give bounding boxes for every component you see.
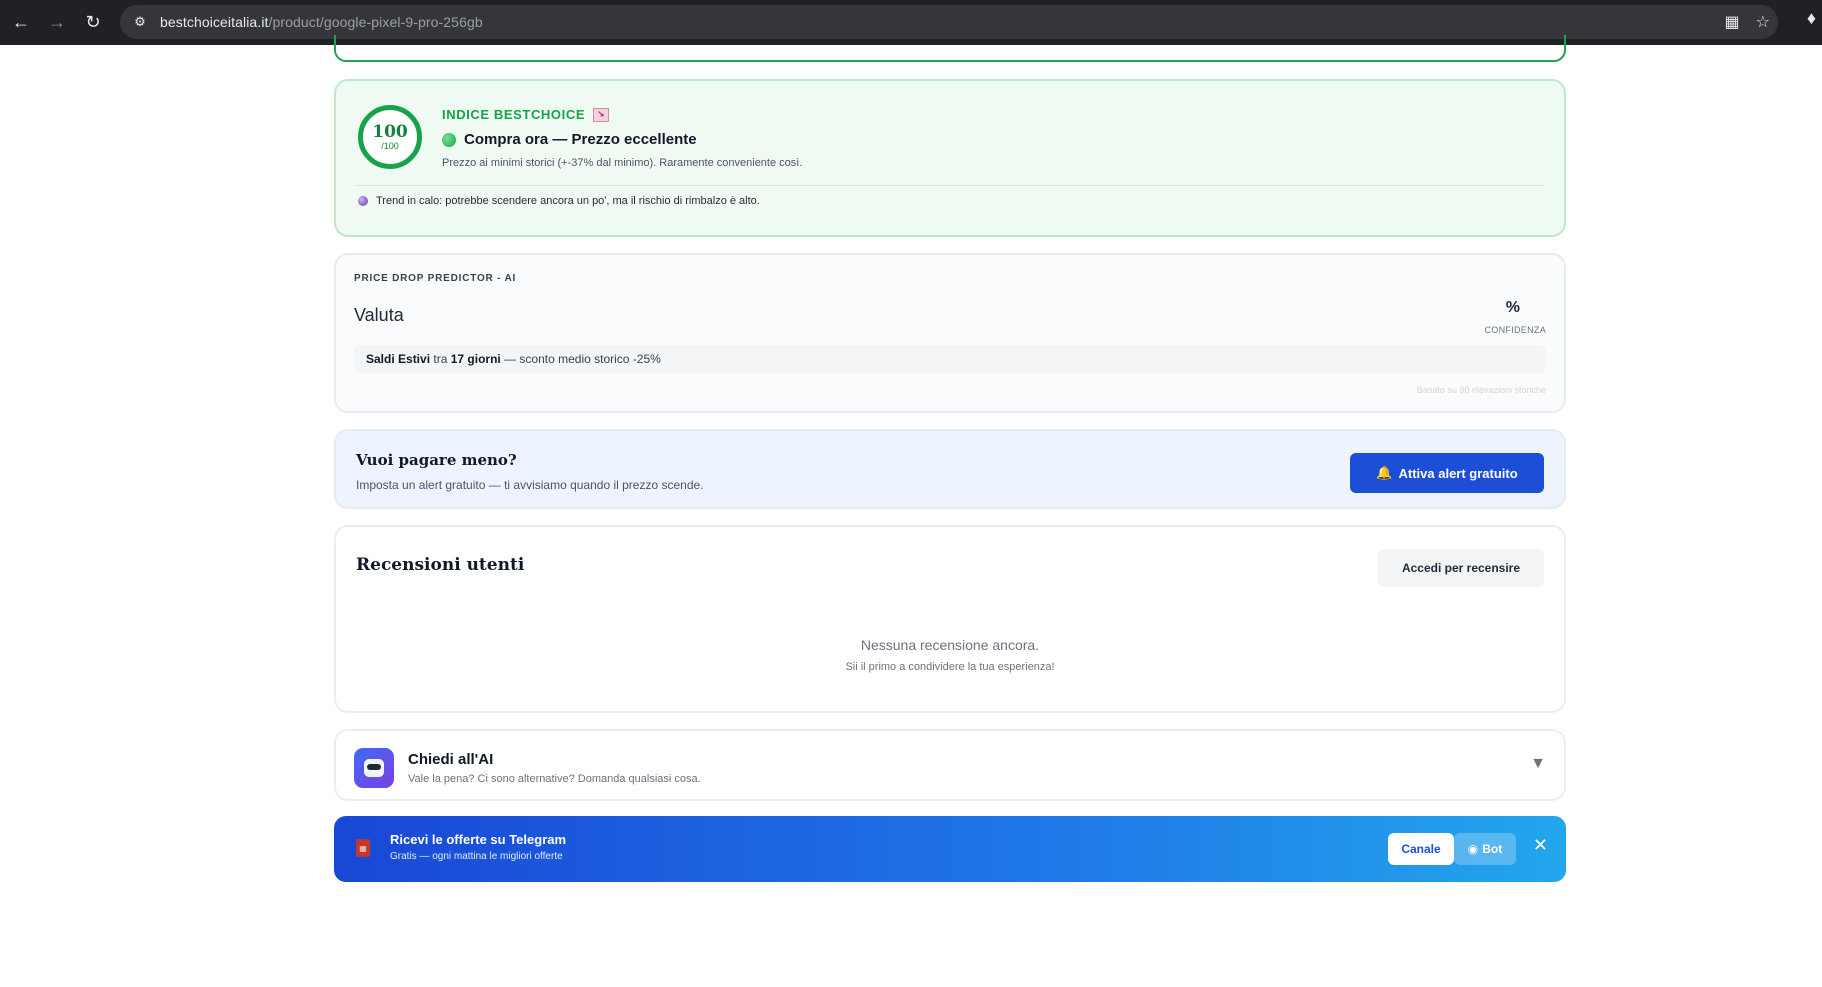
telegram-channel-button[interactable]: Canale <box>1388 833 1454 865</box>
telegram-subtitle: Gratis — ogni mattina le migliori offert… <box>390 851 563 862</box>
ask-ai-subtitle: Vale la pena? Ci sono alternative? Doman… <box>408 773 701 785</box>
ask-ai-title: Chiedi all'AI <box>408 751 494 768</box>
crystal-ball-icon <box>358 196 368 206</box>
url-text[interactable]: bestchoiceitalia.it/product/google-pixel… <box>160 14 483 30</box>
user-reviews-card: Recensioni utenti Accedi per recensire N… <box>334 525 1566 713</box>
event-between: tra <box>433 352 448 366</box>
page-content: 100 /100 INDICE BESTCHOICE ↘ Compra ora … <box>0 35 1822 987</box>
confidence-label: CONFIDENZA <box>1484 325 1546 335</box>
bell-icon: 🔔 <box>1376 465 1393 480</box>
score-value: 100 <box>372 122 408 142</box>
site-info-icon[interactable]: ⚙ <box>126 8 154 36</box>
url-path: /product/google-pixel-9-pro-256gb <box>268 14 483 30</box>
robot-icon: ◉ <box>1467 842 1479 856</box>
calendar-icon: ▦ <box>356 839 370 857</box>
telegram-bot-button[interactable]: ◉ Bot <box>1454 833 1516 865</box>
ask-ai-card[interactable]: Chiedi all'AI Vale la pena? Ci sono alte… <box>334 729 1566 801</box>
confidence-value: % <box>1505 299 1520 316</box>
telegram-bot-label: Bot <box>1482 842 1503 856</box>
divider <box>356 185 1544 186</box>
verdict-text: Compra ora — Prezzo eccellente <box>464 131 697 148</box>
reload-icon[interactable]: ↻ <box>76 6 110 40</box>
predictor-footnote: Basato su 90 rilevazioni storiche <box>1416 385 1546 395</box>
previous-card-edge <box>334 35 1566 62</box>
install-app-icon[interactable]: ▦ <box>1725 12 1740 32</box>
extensions-icon[interactable]: ♦ <box>1807 8 1816 29</box>
event-rest: — sconto medio storico -25% <box>504 352 661 366</box>
telegram-title: Ricevi le offerte su Telegram <box>390 832 567 847</box>
score-max: /100 <box>381 141 399 151</box>
index-kicker: INDICE BESTCHOICE ↘ <box>442 107 610 122</box>
green-circle-icon <box>442 132 456 147</box>
predictor-title: Valuta <box>354 305 404 325</box>
score-ring: 100 /100 <box>358 105 422 169</box>
index-description: Prezzo ai minimi storici (+-37% dal mini… <box>442 157 803 169</box>
address-bar[interactable]: ⚙ bestchoiceitalia.it/product/google-pix… <box>120 5 1778 39</box>
trend-note: Trend in calo: potrebbe scendere ancora … <box>358 195 760 207</box>
sale-event-line: Saldi Estivi tra 17 giorni — sconto medi… <box>354 345 1546 373</box>
predictor-kicker: PRICE DROP PREDICTOR - AI <box>354 273 517 284</box>
forward-icon[interactable]: → <box>40 6 74 40</box>
no-reviews-text: Nessuna recensione ancora. <box>860 637 1040 653</box>
reviews-title: Recensioni utenti <box>356 555 525 575</box>
chart-down-icon: ↘ <box>593 107 610 122</box>
bookmark-star-icon[interactable]: ☆ <box>1756 12 1770 32</box>
close-icon[interactable]: ✕ <box>1533 835 1548 856</box>
login-to-review-button[interactable]: Accedi per recensire <box>1378 549 1544 587</box>
price-alert-card: Vuoi pagare meno? Imposta un alert gratu… <box>334 429 1566 509</box>
event-name: Saldi Estivi <box>366 352 431 366</box>
chevron-down-icon[interactable]: ▼ <box>1530 755 1546 773</box>
alert-title: Vuoi pagare meno? <box>356 451 517 469</box>
price-drop-predictor-card: PRICE DROP PREDICTOR - AI Valuta % CONFI… <box>334 253 1566 413</box>
robot-avatar-icon <box>354 748 394 788</box>
activate-alert-button[interactable]: 🔔 Attiva alert gratuito <box>1350 453 1544 493</box>
no-reviews-subtext: Sii il primo a condividere la tua esperi… <box>845 661 1055 673</box>
verdict: Compra ora — Prezzo eccellente <box>442 131 697 148</box>
bestchoice-index-card: 100 /100 INDICE BESTCHOICE ↘ Compra ora … <box>334 79 1566 237</box>
trend-text: Trend in calo: potrebbe scendere ancora … <box>376 195 760 207</box>
url-domain: bestchoiceitalia.it <box>160 14 269 30</box>
activate-alert-label: Attiva alert gratuito <box>1398 465 1518 481</box>
alert-subtitle: Imposta un alert gratuito — ti avvisiamo… <box>356 478 704 492</box>
back-icon[interactable]: ← <box>4 6 38 40</box>
event-days: 17 giorni <box>450 352 501 366</box>
index-kicker-label: INDICE BESTCHOICE <box>442 107 586 122</box>
telegram-banner: ▦ Ricevi le offerte su Telegram Gratis —… <box>334 816 1566 882</box>
